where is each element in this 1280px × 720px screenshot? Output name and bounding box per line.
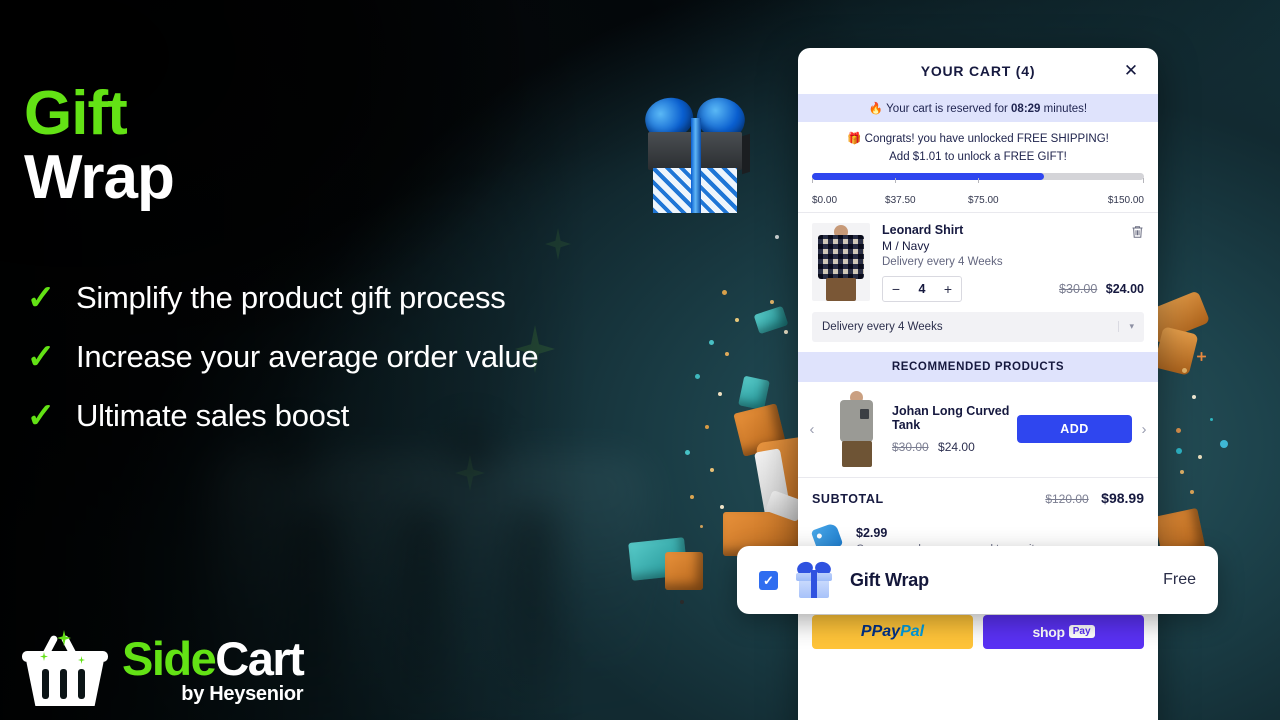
benefit-list: ✓ Simplify the product gift process ✓ In… bbox=[24, 280, 644, 434]
cart-reservation-banner: 🔥 Your cart is reserved for 08:29 minute… bbox=[798, 94, 1158, 122]
benefit-label: Increase your average order value bbox=[76, 338, 539, 374]
recommended-product-name: Johan Long Curved Tank bbox=[892, 404, 1010, 433]
logo-name-side: Side bbox=[122, 632, 217, 685]
list-item: ✓ Ultimate sales boost bbox=[24, 398, 644, 434]
cart-drawer: YOUR CART (4) ✕ 🔥 Your cart is reserved … bbox=[798, 48, 1158, 720]
gift-wrap-checkbox[interactable]: ✓ bbox=[759, 570, 778, 590]
gift-box-illustration bbox=[640, 92, 750, 213]
page-title-line2: Wrap bbox=[24, 142, 175, 212]
progress-labels: $0.00 $37.50 $75.00 $150.00 bbox=[812, 195, 1144, 208]
gift-wrap-label: Gift Wrap bbox=[850, 569, 929, 590]
hero-copy: Gift Wrap ✓ Simplify the product gift pr… bbox=[24, 79, 644, 457]
carousel-prev-icon[interactable]: ‹ bbox=[804, 421, 820, 438]
recommended-products-carousel: ‹ Johan Long Curved Tank $30.00 $24.00 A… bbox=[798, 382, 1158, 477]
paypal-logo-pay: Pay bbox=[871, 622, 901, 640]
subtotal-current: $98.99 bbox=[1101, 489, 1144, 506]
congrats-line-1: 🎁 Congrats! you have unlocked FREE SHIPP… bbox=[847, 133, 1109, 145]
checkmark-icon: ✓ bbox=[763, 572, 774, 588]
reserve-prefix: 🔥 Your cart is reserved for bbox=[868, 103, 1012, 115]
shop-pay-text: shop bbox=[1032, 623, 1065, 640]
progress-label-1: $37.50 bbox=[885, 194, 916, 206]
quantity-stepper[interactable]: − 4 + bbox=[882, 275, 962, 302]
cart-title: YOUR CART (4) bbox=[920, 63, 1036, 79]
product-price-current: $24.00 bbox=[1105, 281, 1144, 296]
shop-pay-button[interactable]: shop Pay bbox=[983, 614, 1144, 649]
sidecart-logo: SideCart by Heysenior bbox=[22, 630, 305, 706]
benefit-label: Ultimate sales boost bbox=[76, 397, 350, 433]
free-shipping-progress: $0.00 $37.50 $75.00 $150.00 bbox=[798, 167, 1158, 212]
recommended-price-current: $24.00 bbox=[938, 440, 975, 455]
gift-wrap-option-card[interactable]: ✓ Gift Wrap Free bbox=[737, 546, 1218, 614]
page-title-line1: Gift bbox=[24, 79, 128, 148]
product-price-original: $30.00 bbox=[1059, 281, 1098, 296]
add-to-cart-button[interactable]: ADD bbox=[1017, 415, 1132, 444]
close-icon[interactable]: ✕ bbox=[1120, 60, 1142, 82]
product-name: Leonard Shirt bbox=[882, 222, 964, 237]
subtotal-original: $120.00 bbox=[1045, 491, 1089, 506]
progress-label-3: $150.00 bbox=[1107, 194, 1144, 206]
paypal-logo-p: P bbox=[860, 622, 872, 640]
free-shipping-message: 🎁 Congrats! you have unlocked FREE SHIPP… bbox=[798, 122, 1158, 167]
progress-label-2: $75.00 bbox=[968, 194, 999, 206]
list-item: ✓ Increase your average order value bbox=[24, 339, 644, 375]
logo-tagline: by Heysenior bbox=[181, 683, 304, 705]
congrats-line-2: Add $1.01 to unlock a FREE GIFT! bbox=[889, 151, 1067, 164]
product-thumbnail bbox=[812, 222, 870, 301]
shop-pay-badge: Pay bbox=[1068, 625, 1095, 639]
subtotal-label: SUBTOTAL bbox=[812, 491, 884, 506]
progress-fill bbox=[812, 172, 1045, 180]
progress-ticks bbox=[812, 177, 1144, 193]
delete-icon[interactable] bbox=[1131, 225, 1144, 242]
check-icon: ✓ bbox=[26, 337, 56, 376]
recommended-price-original: $30.00 bbox=[892, 440, 929, 455]
basket-icon bbox=[22, 630, 108, 706]
chevron-down-icon: ▾ bbox=[1118, 321, 1134, 333]
logo-name-cart: Cart bbox=[215, 632, 305, 685]
product-delivery-note: Delivery every 4 Weeks bbox=[882, 255, 1003, 268]
reserve-suffix: minutes! bbox=[1040, 103, 1088, 115]
insurance-price: $2.99 bbox=[856, 525, 888, 540]
paypal-button[interactable]: PPayPal bbox=[812, 614, 973, 649]
carousel-next-icon[interactable]: › bbox=[1136, 421, 1152, 438]
quantity-decrease-button[interactable]: − bbox=[883, 277, 909, 301]
delivery-frequency-select[interactable]: Delivery every 4 Weeks ▾ bbox=[812, 311, 1144, 342]
check-icon: ✓ bbox=[26, 278, 56, 317]
check-icon: ✓ bbox=[26, 396, 56, 435]
delivery-frequency-value: Delivery every 4 Weeks bbox=[822, 320, 943, 333]
benefit-label: Simplify the product gift process bbox=[76, 279, 506, 315]
cart-line-item: Leonard Shirt M / Navy Delivery every 4 … bbox=[798, 213, 1158, 306]
recommended-product-thumbnail bbox=[824, 389, 878, 470]
list-item: ✓ Simplify the product gift process bbox=[24, 280, 644, 316]
progress-label-0: $0.00 bbox=[812, 194, 838, 206]
reserve-timer: 08:29 bbox=[1011, 103, 1041, 115]
subtotal-row: SUBTOTAL $120.00 $98.99 bbox=[798, 478, 1158, 520]
express-payment-buttons: PPayPal shop Pay bbox=[812, 614, 1144, 649]
quantity-increase-button[interactable]: + bbox=[935, 277, 961, 301]
quantity-value: 4 bbox=[918, 281, 926, 296]
paypal-logo-pal: Pal bbox=[900, 622, 925, 640]
product-variant: M / Navy bbox=[882, 238, 930, 253]
gift-icon bbox=[794, 559, 834, 598]
gift-wrap-price: Free bbox=[1163, 571, 1196, 588]
cart-header: YOUR CART (4) ✕ bbox=[798, 48, 1158, 94]
recommended-products-header: RECOMMENDED PRODUCTS bbox=[798, 351, 1158, 382]
